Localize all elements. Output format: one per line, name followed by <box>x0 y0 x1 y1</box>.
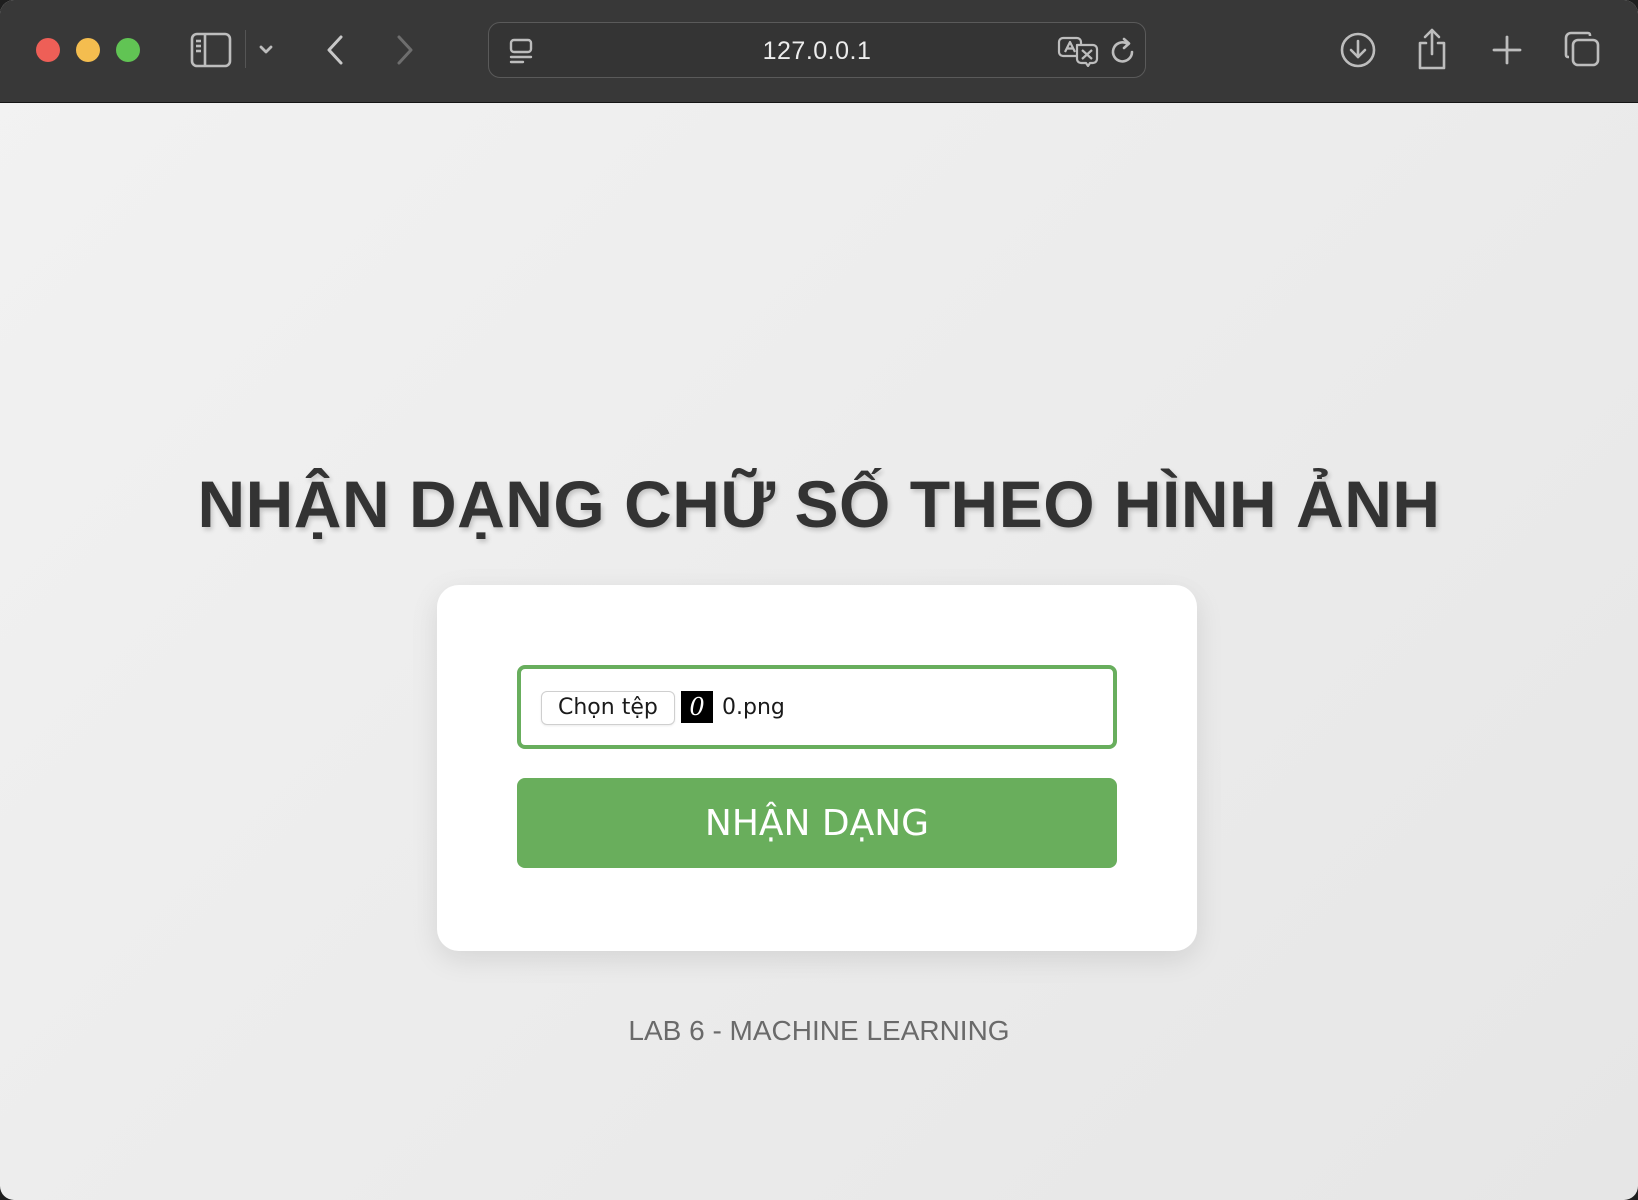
address-bar[interactable]: 127.0.0.1 <box>488 22 1146 78</box>
back-button[interactable] <box>320 30 350 70</box>
browser-toolbar: 127.0.0.1 <box>0 0 1638 103</box>
page-title: NHẬN DẠNG CHỮ SỐ THEO HÌNH ẢNH <box>197 467 1441 541</box>
recognize-button[interactable]: NHẬN DẠNG <box>517 778 1117 868</box>
file-thumbnail: 0 <box>681 691 713 723</box>
plus-icon[interactable] <box>1488 30 1526 70</box>
toolbar-divider <box>245 30 246 68</box>
close-window-button[interactable] <box>36 38 60 62</box>
chevron-down-icon[interactable] <box>254 38 278 62</box>
upload-card: Chọn tệp 0 0.png NHẬN DẠNG <box>437 585 1197 951</box>
translate-icon[interactable] <box>1057 35 1101 68</box>
address-text: 127.0.0.1 <box>762 37 872 65</box>
sidebar-icon[interactable] <box>190 30 232 70</box>
footer-text: LAB 6 - MACHINE LEARNING <box>628 1015 1010 1046</box>
reload-icon[interactable] <box>1107 35 1139 67</box>
forward-button[interactable] <box>390 30 420 70</box>
thumbnail-digit: 0 <box>689 693 705 721</box>
share-icon[interactable] <box>1414 26 1450 72</box>
tabs-icon[interactable] <box>1562 28 1602 70</box>
browser-window: 127.0.0.1 NHẬN DẠNG CHỮ SỐ THEO HÌNH ẢNH… <box>0 0 1638 1200</box>
minimize-window-button[interactable] <box>76 38 100 62</box>
choose-file-button[interactable]: Chọn tệp <box>541 691 675 725</box>
maximize-window-button[interactable] <box>116 38 140 62</box>
file-input[interactable]: Chọn tệp 0 0.png <box>517 665 1117 749</box>
selected-file-name: 0.png <box>722 695 785 720</box>
download-icon[interactable] <box>1338 30 1378 70</box>
page-content: NHẬN DẠNG CHỮ SỐ THEO HÌNH ẢNH Chọn tệp … <box>0 103 1638 1200</box>
